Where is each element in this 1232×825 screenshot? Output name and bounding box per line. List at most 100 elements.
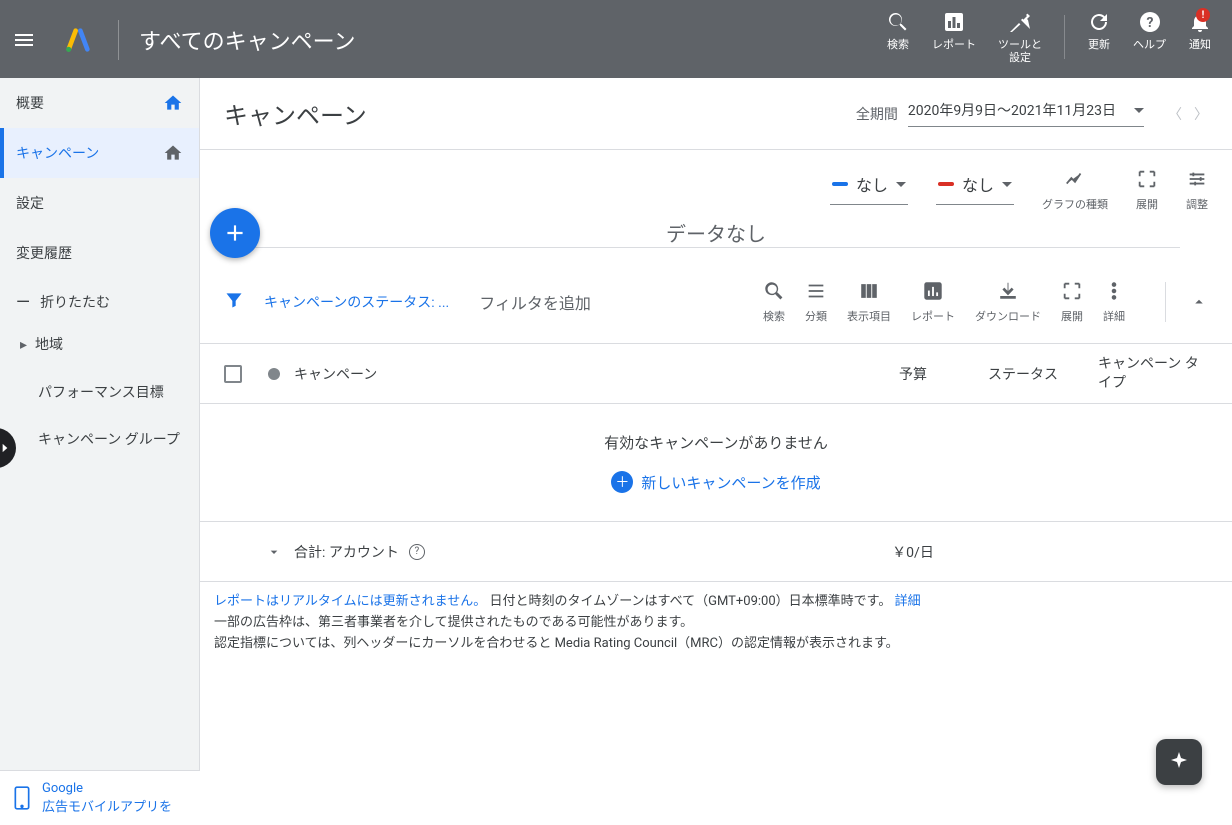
main-content: キャンペーン 全期間 2020年9月9日～2021年11月23日 〈 〉 なし xyxy=(200,78,1232,825)
chevron-right-icon xyxy=(0,441,12,455)
refresh-label: 更新 xyxy=(1088,38,1110,51)
tools-settings-label: ツールと 設定 xyxy=(998,38,1042,64)
chart-adjust-button[interactable]: 調整 xyxy=(1186,168,1208,212)
metric-color-blue xyxy=(832,182,848,186)
sidebar-item-campaigns[interactable]: キャンペーン xyxy=(0,128,199,178)
col-status[interactable]: ステータス xyxy=(988,364,1098,384)
footer-detail-link[interactable]: 詳細 xyxy=(895,594,921,609)
sidebar-change-history-label: 変更履歴 xyxy=(16,243,72,263)
table-reports-button[interactable]: レポート xyxy=(911,280,955,324)
notifications-label: 通知 xyxy=(1189,38,1211,51)
footer-inventory-note: 一部の広告枠は、第三者事業者を介して提供されたものである可能性があります。 xyxy=(214,613,1218,634)
more-label: 詳細 xyxy=(1103,308,1125,324)
sidebar-item-locations[interactable]: ▸地域 xyxy=(0,322,199,370)
total-budget: ￥0/日 xyxy=(838,542,988,562)
tools-settings-button[interactable]: ツールと 設定 xyxy=(998,10,1042,64)
empty-message: 有効なキャンペーンがありません xyxy=(200,432,1232,453)
minus-icon: — xyxy=(16,292,30,313)
sidebar-settings-label: 設定 xyxy=(16,193,44,213)
prev-period-button[interactable]: 〈 xyxy=(1168,104,1182,124)
header-title: すべてのキャンペーン xyxy=(139,24,355,56)
metric-selector-2[interactable]: なし xyxy=(936,168,1014,205)
columns-label: 表示項目 xyxy=(847,308,891,324)
sidebar-collapse-label: 折りたたむ xyxy=(40,292,110,312)
refresh-button[interactable]: 更新 xyxy=(1087,10,1111,64)
sidebar-overview-label: 概要 xyxy=(16,93,44,113)
segment-button[interactable]: 分類 xyxy=(805,280,827,324)
page-header: キャンペーン 全期間 2020年9月9日～2021年11月23日 〈 〉 xyxy=(200,78,1232,150)
col-budget[interactable]: 予算 xyxy=(838,364,988,384)
metric-selector-1[interactable]: なし xyxy=(830,168,908,205)
footer-notes: レポートはリアルタイムには更新されません。 日付と時刻のタイムゾーンはすべて（G… xyxy=(200,582,1232,664)
table-toolbar: キャンペーンのステータス: ... フィルタを追加 検索 分類 表示項目 xyxy=(200,260,1232,344)
col-type[interactable]: キャンペーン タイプ xyxy=(1098,355,1208,391)
toolbar-collapse-button[interactable] xyxy=(1165,282,1208,322)
status-filter-chip[interactable]: キャンペーンのステータス: ... xyxy=(264,292,449,312)
sparkle-icon xyxy=(1167,750,1191,774)
notification-badge: ! xyxy=(1196,8,1210,22)
caret-right-icon: ▸ xyxy=(20,337,27,353)
select-all-checkbox[interactable] xyxy=(224,365,242,383)
chart-type-button[interactable]: グラフの種類 xyxy=(1042,168,1108,212)
create-campaign-link[interactable]: ＋ 新しいキャンペーンを作成 xyxy=(611,471,820,493)
table-search-label: 検索 xyxy=(763,308,785,324)
table-reports-label: レポート xyxy=(911,308,955,324)
add-filter-button[interactable]: フィルタを追加 xyxy=(479,290,591,314)
help-label: ヘルプ xyxy=(1133,38,1166,51)
chart-type-label: グラフの種類 xyxy=(1042,196,1108,212)
add-campaign-fab[interactable] xyxy=(210,208,260,258)
download-label: ダウンロード xyxy=(975,308,1041,324)
chart-expand-button[interactable]: 展開 xyxy=(1136,168,1158,212)
sidebar-item-overview[interactable]: 概要 xyxy=(0,78,199,128)
date-range-label: 全期間 xyxy=(856,104,898,124)
google-ads-logo-icon[interactable] xyxy=(48,26,108,54)
table-area: キャンペーンのステータス: ... フィルタを追加 検索 分類 表示項目 xyxy=(200,248,1232,825)
chevron-down-icon xyxy=(266,544,282,560)
dropdown-icon xyxy=(896,182,906,187)
sidebar-campaigns-label: キャンペーン xyxy=(16,143,99,163)
reports-label: レポート xyxy=(932,38,976,51)
sidebar-item-change-history[interactable]: 変更履歴 xyxy=(0,228,199,278)
hamburger-menu-icon[interactable] xyxy=(0,28,48,52)
table-expand-button[interactable]: 展開 xyxy=(1061,280,1083,324)
plus-icon xyxy=(222,220,248,246)
next-period-button[interactable]: 〉 xyxy=(1194,104,1208,124)
search-button[interactable]: 検索 xyxy=(886,10,910,64)
sidebar-item-settings[interactable]: 設定 xyxy=(0,178,199,228)
phone-icon xyxy=(12,785,32,811)
col-campaign[interactable]: キャンペーン xyxy=(294,364,838,384)
chart-no-data: データなし xyxy=(252,218,1180,248)
home-icon xyxy=(163,93,183,113)
more-button[interactable]: 詳細 xyxy=(1103,280,1125,324)
expand-total-button[interactable] xyxy=(254,544,294,560)
table-search-button[interactable]: 検索 xyxy=(763,280,785,324)
chart-expand-label: 展開 xyxy=(1136,196,1158,212)
sidebar: 概要 キャンペーン 設定 変更履歴 — 折りたたむ ▸地域 パフォーマンス目標 … xyxy=(0,78,200,825)
chevron-up-icon xyxy=(1190,293,1208,311)
columns-button[interactable]: 表示項目 xyxy=(847,280,891,324)
promo-line2: 広告モバイルアプリを xyxy=(42,796,172,815)
assistant-fab[interactable] xyxy=(1156,739,1202,785)
dropdown-icon xyxy=(1002,182,1012,187)
sidebar-item-campaign-groups[interactable]: キャンペーン グループ xyxy=(0,417,199,465)
mobile-app-promo[interactable]: Google 広告モバイルアプリを xyxy=(0,770,200,825)
help-button[interactable]: ? ヘルプ xyxy=(1133,10,1166,64)
create-campaign-label: 新しいキャンペーンを作成 xyxy=(641,472,820,493)
svg-text:?: ? xyxy=(1146,15,1153,31)
date-range-picker[interactable]: 全期間 2020年9月9日～2021年11月23日 〈 〉 xyxy=(856,100,1208,127)
empty-state: 有効なキャンペーンがありません ＋ 新しいキャンペーンを作成 xyxy=(200,404,1232,522)
notifications-button[interactable]: ! 通知 xyxy=(1188,10,1212,64)
sidebar-collapse-button[interactable]: — 折りたたむ xyxy=(0,282,199,322)
footer-realtime-note[interactable]: レポートはリアルタイムには更新されません。 xyxy=(214,594,486,609)
app-header: すべてのキャンペーン 検索 レポート ツールと 設定 更新 ? ヘルプ ! 通知 xyxy=(0,0,1232,78)
filter-icon[interactable] xyxy=(224,290,244,314)
download-button[interactable]: ダウンロード xyxy=(975,280,1041,324)
home-icon xyxy=(163,143,183,163)
metric-color-red xyxy=(938,182,954,186)
help-icon[interactable]: ? xyxy=(409,544,425,560)
footer-timezone-note: 日付と時刻のタイムゾーンはすべて（GMT+09:00）日本標準時です。 xyxy=(486,594,894,609)
sidebar-item-performance-targets[interactable]: パフォーマンス目標 xyxy=(0,370,199,418)
reports-button[interactable]: レポート xyxy=(932,10,976,64)
dropdown-icon xyxy=(1134,108,1144,113)
plus-circle-icon: ＋ xyxy=(611,471,633,493)
